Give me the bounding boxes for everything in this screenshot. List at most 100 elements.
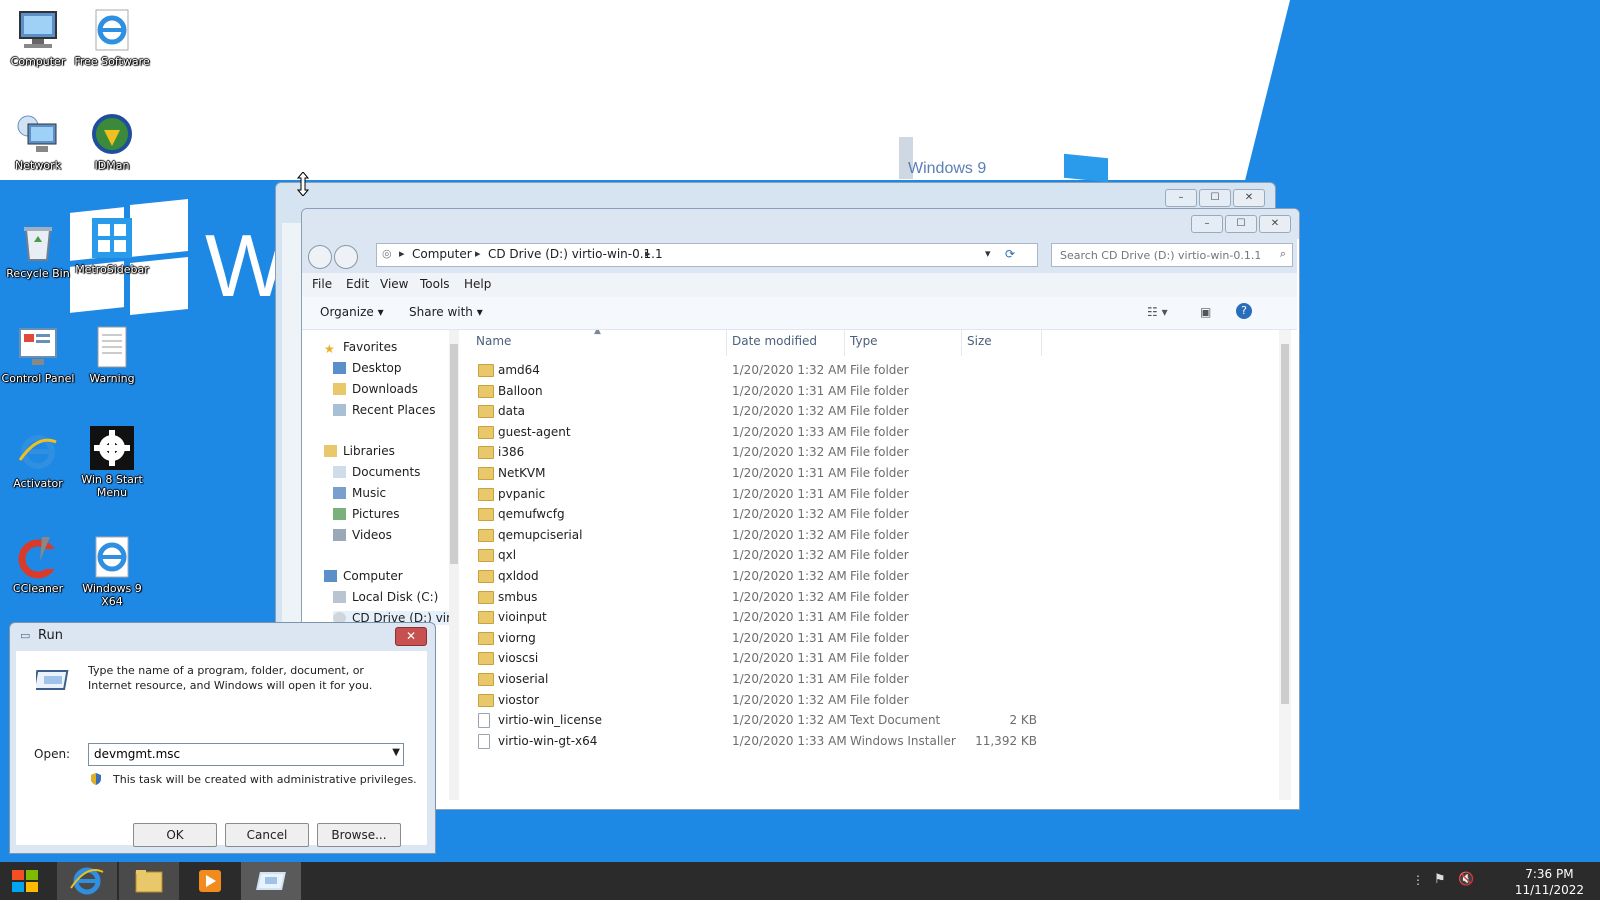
nav-recent-places[interactable]: Recent Places: [333, 403, 435, 417]
file-row[interactable]: NetKVM 1/20/2020 1:31 AM File folder: [464, 463, 1264, 484]
file-row[interactable]: guest-agent 1/20/2020 1:33 AM File folder: [464, 422, 1264, 443]
nav-pictures[interactable]: Pictures: [333, 507, 400, 521]
file-row[interactable]: qxl 1/20/2020 1:32 AM File folder: [464, 545, 1264, 566]
breadcrumb-computer[interactable]: Computer: [412, 247, 472, 261]
view-options-icon[interactable]: ☷ ▾: [1147, 305, 1168, 319]
scrollbar-thumb[interactable]: [450, 344, 458, 564]
organize-button[interactable]: Organize ▾: [320, 305, 384, 319]
nav-favorites[interactable]: ★ Favorites: [324, 340, 397, 356]
file-row[interactable]: vioscsi 1/20/2020 1:31 AM File folder: [464, 648, 1264, 669]
column-header-date[interactable]: Date modified: [732, 334, 817, 348]
ok-button[interactable]: OK: [133, 823, 217, 847]
clock[interactable]: 7:36 PM 11/11/2022: [1515, 866, 1584, 898]
menu-view[interactable]: View: [380, 277, 408, 291]
nav-scrollbar[interactable]: [449, 330, 459, 800]
file-row[interactable]: vioserial 1/20/2020 1:31 AM File folder: [464, 669, 1264, 690]
close-button[interactable]: ✕: [1259, 215, 1291, 233]
desktop-icon-free-software[interactable]: Free Software: [74, 8, 150, 68]
explorer-window[interactable]: – ☐ ✕ ◎ ▸ Computer ▸ CD Drive (D:) virtio-…: [301, 208, 1300, 810]
browse-button[interactable]: Browse...: [317, 823, 401, 847]
file-row[interactable]: virtio-win-gt-x64 1/20/2020 1:33 AM Window…: [464, 731, 1264, 752]
column-separator[interactable]: [844, 330, 845, 356]
file-list-scrollbar[interactable]: [1279, 330, 1291, 800]
taskbar-run[interactable]: [241, 862, 301, 900]
taskbar-file-explorer[interactable]: [119, 862, 179, 900]
desktop-icon-control-panel[interactable]: Control Panel: [0, 325, 76, 385]
file-row[interactable]: qemufwcfg 1/20/2020 1:32 AM File folder: [464, 504, 1264, 525]
chevron-down-icon[interactable]: ▼: [392, 747, 400, 758]
back-button[interactable]: [308, 245, 332, 269]
file-row[interactable]: amd64 1/20/2020 1:32 AM File folder: [464, 360, 1264, 381]
chevron-down-icon[interactable]: ▾: [985, 247, 991, 260]
open-combobox[interactable]: ▼: [88, 743, 404, 766]
desktop-icon-warning[interactable]: Warning: [74, 325, 150, 385]
column-separator[interactable]: [961, 330, 962, 356]
file-row[interactable]: vioinput 1/20/2020 1:31 AM File folder: [464, 607, 1264, 628]
file-row[interactable]: viostor 1/20/2020 1:32 AM File folder: [464, 690, 1264, 711]
menu-edit[interactable]: Edit: [346, 277, 369, 291]
volume-muted-icon[interactable]: 🔇: [1458, 872, 1474, 887]
search-input[interactable]: [1058, 244, 1262, 266]
address-bar[interactable]: ◎ ▸ Computer ▸ CD Drive (D:) virtio-win-…: [376, 243, 1038, 267]
nav-local-disk[interactable]: Local Disk (C:): [333, 590, 438, 604]
refresh-icon[interactable]: ⟳: [1005, 247, 1015, 261]
file-row[interactable]: smbus 1/20/2020 1:32 AM File folder: [464, 587, 1264, 608]
nav-libraries[interactable]: Libraries: [324, 444, 395, 458]
search-box[interactable]: ⌕: [1051, 243, 1293, 267]
nav-music[interactable]: Music: [333, 486, 386, 500]
close-button[interactable]: ✕: [395, 627, 427, 646]
file-row[interactable]: qxldod 1/20/2020 1:32 AM File folder: [464, 566, 1264, 587]
file-row[interactable]: viorng 1/20/2020 1:31 AM File folder: [464, 628, 1264, 649]
close-button[interactable]: ✕: [1233, 189, 1265, 207]
nav-computer[interactable]: Computer: [324, 569, 403, 583]
file-row[interactable]: i386 1/20/2020 1:32 AM File folder: [464, 442, 1264, 463]
desktop-icon-computer[interactable]: Computer: [0, 8, 76, 68]
share-with-button[interactable]: Share with ▾: [409, 305, 483, 319]
desktop-icon-metrosidebar[interactable]: MetroSidebar: [74, 216, 150, 276]
file-row[interactable]: Balloon 1/20/2020 1:31 AM File folder: [464, 381, 1264, 402]
menu-help[interactable]: Help: [464, 277, 491, 291]
desktop-icon-idman[interactable]: IDMan: [74, 112, 150, 172]
scrollbar-thumb[interactable]: [1281, 344, 1289, 704]
column-header-type[interactable]: Type: [850, 334, 878, 348]
column-header-size[interactable]: Size: [967, 334, 992, 348]
cancel-button[interactable]: Cancel: [225, 823, 309, 847]
taskbar-internet-explorer[interactable]: [57, 862, 117, 900]
column-separator[interactable]: [726, 330, 727, 356]
desktop-icon-ccleaner[interactable]: CCleaner: [0, 535, 76, 595]
desktop-icon-network[interactable]: Network: [0, 112, 76, 172]
maximize-button[interactable]: ☐: [1225, 215, 1257, 233]
taskbar-media-player[interactable]: [180, 862, 240, 900]
desktop-icon-windows9-x64[interactable]: Windows 9 X64: [74, 535, 150, 608]
more-icon[interactable]: ⋮: [1412, 873, 1424, 887]
nav-downloads[interactable]: Downloads: [333, 382, 418, 396]
desktop-icon-win8-start-menu[interactable]: Win 8 Start Menu: [74, 426, 150, 499]
search-icon[interactable]: ⌕: [1280, 247, 1286, 261]
column-header-name[interactable]: Name: [476, 334, 511, 348]
breadcrumb-cd-drive[interactable]: CD Drive (D:) virtio-win-0.1.1: [488, 247, 663, 261]
file-row[interactable]: virtio-win_license 1/20/2020 1:32 AM Text …: [464, 710, 1264, 731]
forward-button[interactable]: [334, 245, 358, 269]
file-row[interactable]: pvpanic 1/20/2020 1:31 AM File folder: [464, 484, 1264, 505]
action-center-icon[interactable]: ⚑: [1434, 872, 1446, 887]
desktop-icon-activator[interactable]: Activator: [0, 430, 76, 490]
nav-documents[interactable]: Documents: [333, 465, 420, 479]
start-button[interactable]: [0, 862, 52, 900]
column-separator[interactable]: [1041, 330, 1042, 356]
menu-tools[interactable]: Tools: [420, 277, 450, 291]
desktop-icon-recycle-bin[interactable]: Recycle Bin: [0, 220, 76, 280]
open-input[interactable]: [94, 744, 374, 763]
file-row[interactable]: data 1/20/2020 1:32 AM File folder: [464, 401, 1264, 422]
nav-videos[interactable]: Videos: [333, 528, 392, 542]
maximize-button[interactable]: ☐: [1199, 189, 1231, 207]
preview-pane-icon[interactable]: ▣: [1200, 305, 1211, 319]
pictures-icon: [333, 508, 346, 520]
help-icon[interactable]: ?: [1236, 303, 1252, 319]
menu-file[interactable]: File: [312, 277, 332, 291]
run-dialog[interactable]: ▭ Run ✕ Type the name of a program, fold…: [9, 622, 436, 854]
window-title-bar[interactable]: – ☐ ✕: [302, 209, 1299, 239]
nav-desktop[interactable]: Desktop: [333, 361, 402, 375]
minimize-button[interactable]: –: [1191, 215, 1223, 233]
file-row[interactable]: qemupciserial 1/20/2020 1:32 AM File folde…: [464, 525, 1264, 546]
minimize-button[interactable]: –: [1165, 189, 1197, 207]
